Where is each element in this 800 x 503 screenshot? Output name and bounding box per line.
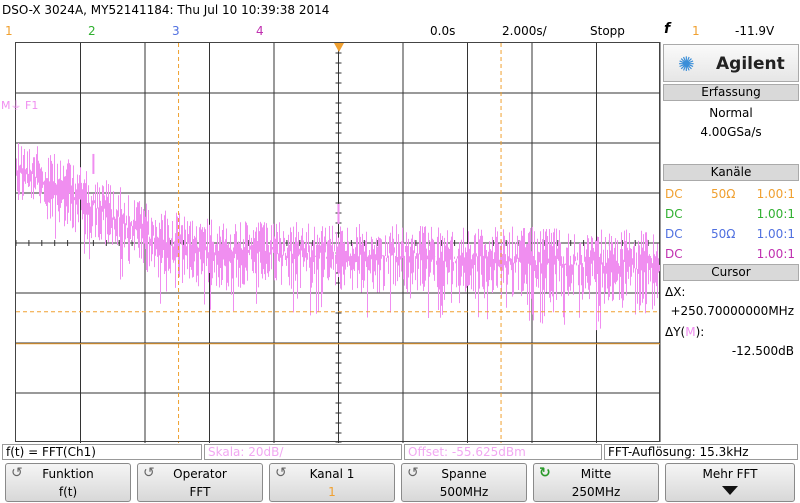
channel-4-indicator[interactable]: 4 — [256, 24, 264, 38]
delta-y-label: ΔY(M): — [665, 325, 704, 339]
channel-impedance: 50Ω — [711, 187, 736, 201]
trigger-level: -11.9V — [735, 24, 775, 38]
softkey-label: Spanne — [441, 467, 487, 481]
softkey-value: 1 — [328, 485, 336, 499]
channel-impedance: 50Ω — [711, 227, 736, 241]
run-state: Stopp — [590, 24, 625, 38]
channel-2-indicator[interactable]: 2 — [88, 24, 96, 38]
channel-row: DC 1.00:1 — [661, 205, 800, 223]
timebase: 2.000s/ — [502, 24, 547, 38]
softkey-operator[interactable]: ↺ Operator FFT — [137, 463, 263, 502]
delta-x-value: +250.70000000MHz — [670, 304, 794, 318]
math-scale: Skala: 20dB/ — [204, 444, 402, 460]
brand-name: Agilent — [716, 54, 785, 74]
side-panel: ✺ Agilent Erfassung Normal 4.00GSa/s Kan… — [660, 42, 800, 442]
channel-coupling: DC — [665, 227, 683, 241]
fft-resolution: FFT-Auflösung: 15.3kHz — [604, 444, 798, 460]
softkey-value: 500MHz — [439, 485, 489, 499]
softkey-span[interactable]: ↺ Spanne 500MHz — [401, 463, 527, 502]
channel-1-indicator[interactable]: 1 — [5, 24, 13, 38]
channel-row: DC 50Ω 1.00:1 — [661, 225, 800, 243]
softkey-function[interactable]: ↺ Funktion f(t) — [5, 463, 131, 502]
device-info: DSO-X 3024A, MY52141184: Thu Jul 10 10:3… — [2, 3, 330, 17]
channel-row: DC 1.00:1 — [661, 245, 800, 263]
trigger-channel: 1 — [692, 24, 700, 38]
trigger-position-icon[interactable] — [334, 43, 344, 52]
info-line: f(t) = FFT(Ch1) Skala: 20dB/ Offset: -55… — [0, 443, 800, 461]
softkey-bar: ↺ Funktion f(t) ↺ Operator FFT ↺ Kanal 1… — [0, 462, 800, 503]
channel-3-indicator[interactable]: 3 — [172, 24, 180, 38]
sample-rate: 4.00GSa/s — [700, 125, 762, 139]
acquisition-header: Erfassung — [663, 84, 799, 101]
softkey-label: Mitte — [580, 467, 612, 481]
softkey-label: Operator — [173, 467, 227, 481]
acquisition-mode: Normal — [709, 106, 753, 120]
softkey-value: 250MHz — [571, 485, 621, 499]
status-bar: DSO-X 3024A, MY52141184: Thu Jul 10 10:3… — [0, 0, 800, 42]
down-arrow-icon — [666, 484, 794, 499]
softkey-label: Funktion — [42, 467, 94, 481]
channels-header: Kanäle — [663, 164, 799, 181]
delta-x-label: ΔX: — [665, 285, 686, 299]
delta-y-suffix: ): — [695, 325, 705, 339]
delta-y-prefix: ΔY( — [665, 325, 686, 339]
softkey-center[interactable]: ↻ Mitte 250MHz — [533, 463, 659, 502]
trigger-edge-icon: f — [664, 21, 671, 37]
channel-probe: 1.00:1 — [756, 227, 795, 241]
delta-y-source: M — [685, 325, 696, 339]
delta-y-value: -12.500dB — [731, 344, 794, 358]
softkey-label: Mehr FFT — [702, 467, 758, 481]
fft-marker-label: M⏚ F1 — [1, 99, 39, 112]
softkey-label: Kanal 1 — [309, 467, 355, 481]
softkey-channel[interactable]: ↺ Kanal 1 1 — [269, 463, 395, 502]
agilent-spark-icon: ✺ — [678, 52, 695, 76]
softkey-more-fft[interactable]: Mehr FFT — [665, 463, 795, 502]
brand-box: ✺ Agilent — [663, 44, 799, 82]
channel-probe: 1.00:1 — [756, 247, 795, 261]
ground-icon: ⏚ — [10, 99, 22, 112]
channel-probe: 1.00:1 — [756, 187, 795, 201]
cursor-header: Cursor — [663, 264, 799, 281]
math-function: f(t) = FFT(Ch1) — [2, 444, 202, 460]
softkey-value: f(t) — [58, 485, 78, 499]
math-offset: Offset: -55.625dBm — [404, 444, 602, 460]
channel-coupling: DC — [665, 247, 683, 261]
fft-plot — [16, 43, 661, 443]
channel-probe: 1.00:1 — [756, 207, 795, 221]
math-label: F1 — [25, 99, 39, 112]
waveform-display[interactable]: M⏚ F1 — [1, 42, 661, 443]
channel-coupling: DC — [665, 187, 683, 201]
softkey-value: FFT — [189, 485, 211, 499]
channel-row: DC 50Ω 1.00:1 — [661, 185, 800, 203]
time-offset: 0.0s — [430, 24, 456, 38]
channel-coupling: DC — [665, 207, 683, 221]
